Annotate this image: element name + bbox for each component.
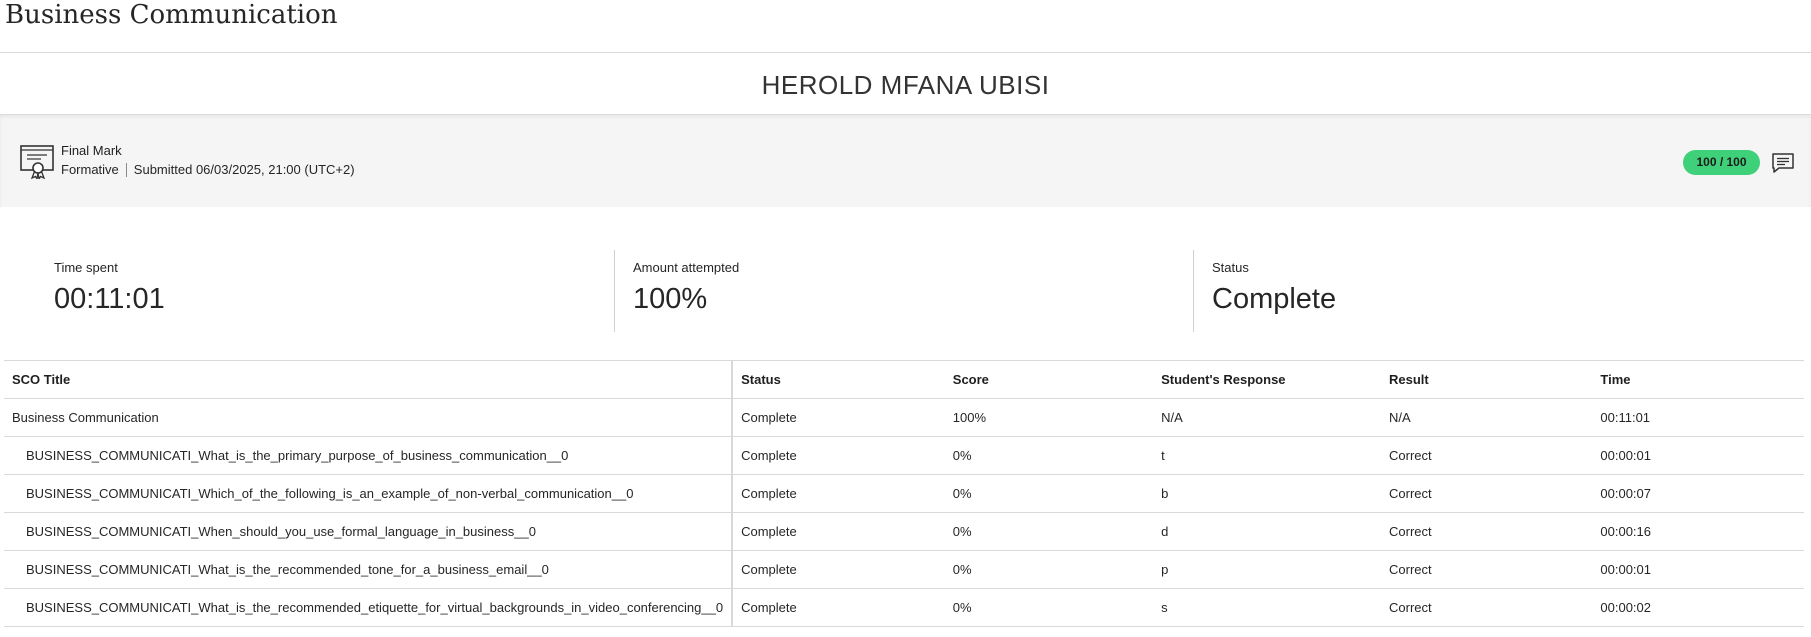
amount-attempted-value: 100% — [633, 283, 708, 315]
response-cell: N/A — [1153, 398, 1381, 437]
result-cell: Correct — [1381, 436, 1593, 475]
meta-separator — [125, 162, 127, 177]
response-cell: s — [1153, 588, 1381, 627]
column-header-status[interactable]: Status — [732, 360, 945, 399]
student-name: HEROLD MFANA UBISI — [761, 70, 1050, 100]
result-cell: Correct — [1381, 512, 1593, 551]
column-header-sco-title[interactable]: SCO Title — [4, 360, 734, 399]
status-cell: Complete — [732, 550, 945, 589]
status-cell: Complete — [732, 512, 945, 551]
table-row: BUSINESS_COMMUNICATI_What_is_the_recomme… — [4, 550, 1804, 589]
column-header-score[interactable]: Score — [944, 360, 1154, 399]
sco-title-cell: BUSINESS_COMMUNICATI_What_is_the_primary… — [4, 436, 734, 475]
time-spent-value: 00:11:01 — [54, 283, 165, 315]
amount-attempted-label: Amount attempted — [633, 260, 740, 275]
course-title: Business Communication — [5, 0, 338, 30]
table-row: BUSINESS_COMMUNICATI_What_is_the_primary… — [4, 436, 1804, 475]
time-cell: 00:00:01 — [1592, 550, 1804, 589]
stat-divider — [614, 250, 615, 332]
status-cell: Complete — [732, 436, 945, 475]
time-cell: 00:00:01 — [1592, 436, 1804, 475]
time-cell: 00:11:01 — [1592, 398, 1804, 437]
status-cell: Complete — [732, 398, 945, 437]
response-cell: t — [1153, 436, 1381, 475]
final-mark-title: Final Mark — [61, 143, 122, 158]
table-header-row: SCO Title Status Score Student's Respons… — [4, 360, 1804, 399]
score-cell: 0% — [944, 474, 1154, 513]
sco-title-cell: BUSINESS_COMMUNICATI_Which_of_the_follow… — [4, 474, 734, 513]
score-cell: 100% — [944, 398, 1154, 437]
sco-title-cell: BUSINESS_COMMUNICATI_When_should_you_use… — [4, 512, 734, 551]
time-cell: 00:00:07 — [1592, 474, 1804, 513]
response-cell: d — [1153, 512, 1381, 551]
table-row: BUSINESS_COMMUNICATI_Which_of_the_follow… — [4, 474, 1804, 513]
status-value: Complete — [1212, 283, 1337, 315]
status-cell: Complete — [732, 588, 945, 627]
table-row: Business Communication Complete 100% N/A… — [4, 398, 1804, 437]
time-cell: 00:00:16 — [1592, 512, 1804, 551]
column-header-result[interactable]: Result — [1381, 360, 1593, 399]
response-cell: b — [1153, 474, 1381, 513]
table-row: BUSINESS_COMMUNICATI_What_is_the_recomme… — [4, 588, 1804, 627]
result-cell: Correct — [1381, 588, 1593, 627]
score-cell: 0% — [944, 588, 1154, 627]
sco-title-cell: BUSINESS_COMMUNICATI_What_is_the_recomme… — [4, 588, 734, 627]
column-header-response[interactable]: Student's Response — [1153, 360, 1381, 399]
status-label: Status — [1212, 260, 1249, 275]
time-spent-label: Time spent — [54, 260, 118, 275]
score-cell: 0% — [944, 550, 1154, 589]
score-cell: 0% — [944, 436, 1154, 475]
stat-divider — [1193, 250, 1194, 332]
result-cell: Correct — [1381, 550, 1593, 589]
time-cell: 00:00:02 — [1592, 588, 1804, 627]
result-cell: Correct — [1381, 474, 1593, 513]
title-divider — [0, 52, 1811, 53]
column-header-time[interactable]: Time — [1592, 360, 1804, 399]
status-cell: Complete — [732, 474, 945, 513]
response-cell: p — [1153, 550, 1381, 589]
result-cell: N/A — [1381, 398, 1593, 437]
feedback-icon[interactable] — [1771, 151, 1795, 175]
table-row: BUSINESS_COMMUNICATI_When_should_you_use… — [4, 512, 1804, 551]
sco-title-cell: Business Communication — [4, 398, 734, 437]
sco-title-cell: BUSINESS_COMMUNICATI_What_is_the_recomme… — [4, 550, 734, 589]
submitted-date: Submitted 06/03/2025, 21:00 (UTC+2) — [133, 162, 355, 177]
sco-table: SCO Title Status Score Student's Respons… — [4, 360, 1804, 627]
final-mark-meta: Formative Submitted 06/03/2025, 21:00 (U… — [61, 162, 355, 177]
certificate-icon — [20, 145, 54, 179]
score-cell: 0% — [944, 512, 1154, 551]
final-mark-panel: Final Mark Formative Submitted 06/03/202… — [0, 114, 1811, 207]
assessment-type: Formative — [61, 162, 119, 177]
score-badge[interactable]: 100 / 100 — [1683, 150, 1760, 175]
